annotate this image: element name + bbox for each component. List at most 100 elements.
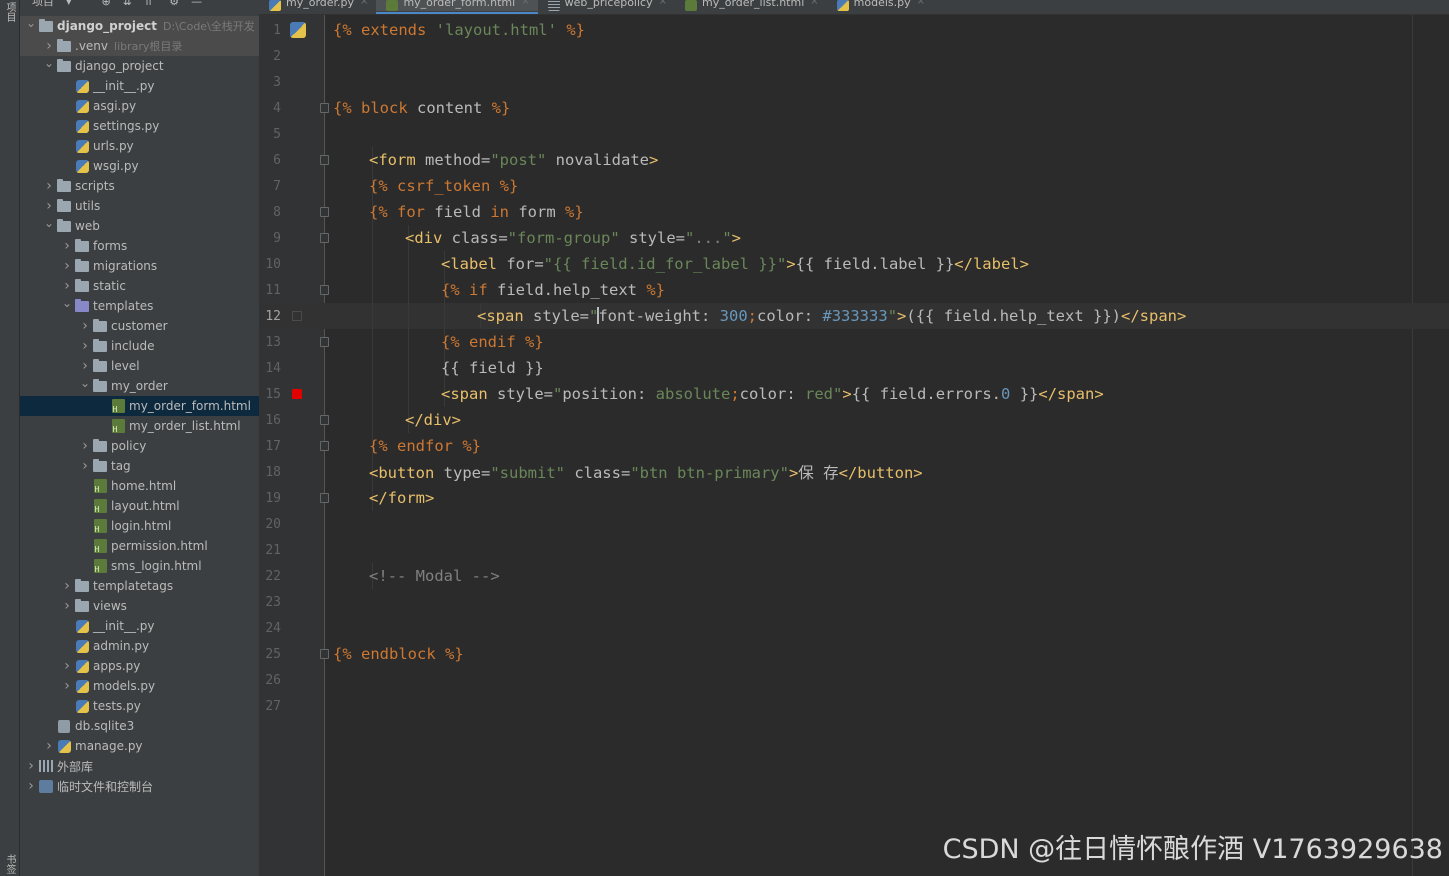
tree-item[interactable]: › utils — [20, 196, 259, 216]
tree-item[interactable]: › scripts — [20, 176, 259, 196]
tree-item[interactable]: › templatetags — [20, 576, 259, 596]
tree-item[interactable]: › manage.py — [20, 736, 259, 756]
code-line[interactable]: 7 {% csrf_token %} — [259, 173, 1449, 199]
code-line[interactable]: 8 {% for field in form %} — [259, 199, 1449, 225]
code-line[interactable]: 1 {% extends 'layout.html' %} — [259, 17, 1449, 43]
tree-item[interactable]: layout.html — [20, 496, 259, 516]
line-number[interactable]: 4 — [259, 101, 281, 116]
chevron-right-icon[interactable]: › — [60, 598, 74, 614]
gear-icon[interactable]: ⚙ — [169, 0, 179, 8]
line-number[interactable]: 14 — [259, 361, 281, 376]
tree-item[interactable]: wsgi.py — [20, 156, 259, 176]
tree-item[interactable]: › customer — [20, 316, 259, 336]
code-lines[interactable]: 1 {% extends 'layout.html' %} 2 3 4 {% block … — [259, 17, 1449, 719]
code-line[interactable]: 17 {% endfor %} — [259, 433, 1449, 459]
code-text[interactable]: {% csrf_token %} — [369, 177, 518, 195]
line-number[interactable]: 1 — [259, 23, 281, 38]
close-icon[interactable]: × — [521, 0, 529, 7]
tree-item[interactable]: home.html — [20, 476, 259, 496]
fold-marker-icon[interactable] — [320, 649, 329, 659]
code-line[interactable]: 15 <span style="position: absolute;color:… — [259, 381, 1449, 407]
chevron-right-icon[interactable]: › — [78, 458, 92, 474]
tree-item[interactable]: › level — [20, 356, 259, 376]
chevron-right-icon[interactable]: › — [42, 738, 56, 754]
chevron-down-icon[interactable]: ⌄ — [78, 376, 92, 390]
code-text[interactable]: </form> — [369, 489, 434, 507]
code-line[interactable]: 12 <span style= " font-weight: 300;color: #… — [259, 303, 1449, 329]
code-text[interactable]: {% endfor %} — [369, 437, 481, 455]
tree-item[interactable]: › apps.py — [20, 656, 259, 676]
code-text[interactable]: <!-- Modal --> — [369, 567, 500, 585]
tree-item[interactable]: ⌄ web — [20, 216, 259, 236]
close-icon[interactable]: × — [917, 0, 925, 7]
chevron-down-icon[interactable]: ⌄ — [60, 296, 74, 310]
tree-item[interactable]: › 外部库 — [20, 756, 259, 776]
line-number[interactable]: 26 — [259, 673, 281, 688]
tree-item[interactable]: ⌄ django_project D:\Code\全栈开发 — [20, 16, 259, 36]
code-line[interactable]: 6 <form method="post" novalidate> — [259, 147, 1449, 173]
tree-item[interactable]: settings.py — [20, 116, 259, 136]
code-line[interactable]: 19 </form> — [259, 485, 1449, 511]
code-text[interactable]: <button type="submit" class="btn btn-pri… — [369, 461, 923, 483]
code-line[interactable]: 23 — [259, 589, 1449, 615]
tab-my-order-list-html[interactable]: my_order_list.html × — [675, 0, 827, 11]
tree-item[interactable]: › forms — [20, 236, 259, 256]
hide-icon[interactable]: — — [191, 0, 202, 8]
line-number[interactable]: 18 — [259, 465, 281, 480]
line-number[interactable]: 11 — [259, 283, 281, 298]
tree-item[interactable]: my_order_form.html — [20, 396, 259, 416]
code-line[interactable]: 25 {% endblock %} — [259, 641, 1449, 667]
line-number[interactable]: 21 — [259, 543, 281, 558]
code-line[interactable]: 20 — [259, 511, 1449, 537]
code-line[interactable]: 21 — [259, 537, 1449, 563]
chevron-right-icon[interactable]: › — [78, 438, 92, 454]
code-text[interactable]: </div> — [405, 411, 461, 429]
code-text[interactable]: <span style="position: absolute;color: r… — [441, 385, 1104, 403]
chevron-down-icon[interactable]: ⌄ — [24, 16, 38, 30]
line-number[interactable]: 20 — [259, 517, 281, 532]
code-line[interactable]: 9 <div class="form-group" style="..."> — [259, 225, 1449, 251]
line-number[interactable]: 9 — [259, 231, 281, 246]
chevron-right-icon[interactable]: › — [60, 258, 74, 274]
line-number[interactable]: 2 — [259, 49, 281, 64]
line-number[interactable]: 15 — [259, 387, 281, 402]
fold-marker-icon[interactable] — [320, 233, 329, 243]
code-text[interactable]: <span style= " font-weight: 300;color: #33… — [477, 307, 1186, 325]
line-number[interactable]: 25 — [259, 647, 281, 662]
line-number[interactable]: 22 — [259, 569, 281, 584]
line-number[interactable]: 13 — [259, 335, 281, 350]
code-line[interactable]: 27 — [259, 693, 1449, 719]
line-number[interactable]: 7 — [259, 179, 281, 194]
close-icon[interactable]: × — [810, 0, 818, 7]
tree-item[interactable]: urls.py — [20, 136, 259, 156]
tab-models-py[interactable]: models.py × — [827, 0, 933, 11]
tree-item[interactable]: › models.py — [20, 676, 259, 696]
tree-item[interactable]: ⌄ my_order — [20, 376, 259, 396]
tab-web-pricepolicy[interactable]: web_pricepolicy × — [538, 0, 675, 11]
chevron-right-icon[interactable]: › — [60, 578, 74, 594]
close-icon[interactable]: × — [659, 0, 667, 7]
project-view-title[interactable]: 项目 — [32, 0, 54, 9]
tree-item[interactable]: my_order_list.html — [20, 416, 259, 436]
chevron-down-icon[interactable]: ⌄ — [42, 56, 56, 70]
tree-item[interactable]: tests.py — [20, 696, 259, 716]
line-number[interactable]: 17 — [259, 439, 281, 454]
code-line[interactable]: 5 — [259, 121, 1449, 147]
code-line[interactable]: 2 — [259, 43, 1449, 69]
close-icon[interactable]: × — [360, 0, 368, 7]
tree-item[interactable]: ⌄ templates — [20, 296, 259, 316]
chevron-right-icon[interactable]: › — [78, 318, 92, 334]
tab-my-order-form-html[interactable]: my_order_form.html × — [376, 0, 538, 14]
code-line[interactable]: 10 <label for="{{ field.id_for_label }}">… — [259, 251, 1449, 277]
chevron-right-icon[interactable]: › — [60, 278, 74, 294]
fold-marker-icon[interactable] — [320, 103, 329, 113]
chevron-right-icon[interactable]: › — [60, 238, 74, 254]
code-editor[interactable]: 1 {% extends 'layout.html' %} 2 3 4 {% block … — [259, 15, 1449, 876]
chevron-right-icon[interactable]: › — [42, 38, 56, 54]
code-text[interactable]: {% endif %} — [441, 333, 544, 351]
chevron-down-icon[interactable]: ⌄ — [42, 216, 56, 230]
tree-item[interactable]: › .venv library根目录 — [20, 36, 259, 56]
tree-item[interactable]: db.sqlite3 — [20, 716, 259, 736]
code-text[interactable]: {{ field }} — [441, 359, 544, 377]
code-text[interactable]: <label for="{{ field.id_for_label }}">{{… — [441, 255, 1029, 273]
